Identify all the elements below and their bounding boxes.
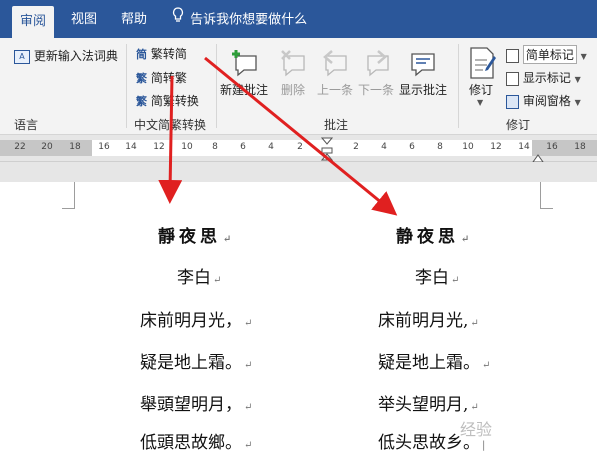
arrow-to-simplified-column — [204, 56, 398, 216]
annotation-arrows — [158, 56, 398, 216]
arrow-to-traditional-column — [158, 75, 183, 204]
watermark: 经验 — [460, 420, 493, 439]
